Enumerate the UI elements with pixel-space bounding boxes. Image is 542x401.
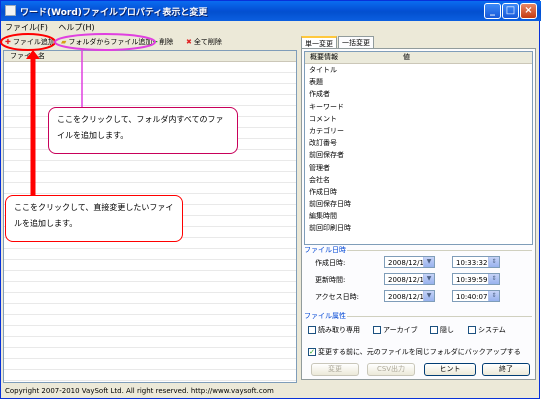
highlight-ellipse	[0, 33, 56, 51]
highlight-ellipse	[54, 33, 156, 51]
arrow-head	[26, 50, 40, 59]
callout-file: ここをクリックして、直接変更したいファイルを追加します。	[5, 195, 183, 242]
callout-folder: ここをクリックして、フォルダ内すべてのファイルを追加します。	[48, 107, 238, 154]
arrow-shaft	[30, 58, 36, 196]
